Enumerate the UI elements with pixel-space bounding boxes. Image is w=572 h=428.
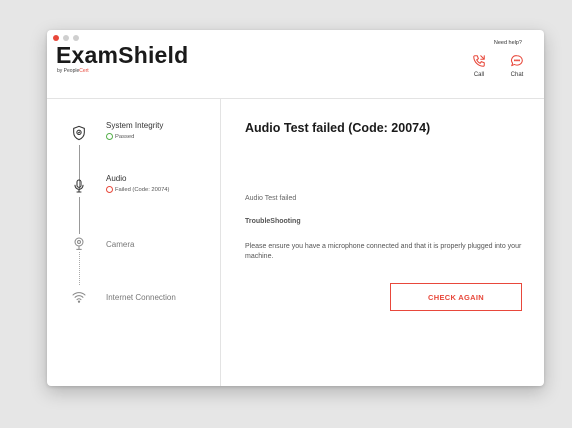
troubleshooting-text: Please ensure you have a microphone conn…	[245, 243, 522, 260]
troubleshooting-heading: TroubleShooting	[245, 218, 301, 225]
step-title: System Integrity	[106, 121, 164, 130]
app-window: ExamShield by PeopleCert Need help? Call…	[47, 30, 544, 386]
brand-tagline: by PeopleCert	[57, 68, 188, 74]
step-connector	[79, 252, 80, 285]
chat-button[interactable]: Chat	[504, 54, 530, 78]
page-title: Audio Test failed (Code: 20074)	[245, 121, 431, 135]
help-label: Need help?	[493, 40, 522, 46]
phone-icon	[473, 55, 485, 67]
step-connector	[79, 197, 80, 234]
error-circle-icon	[106, 186, 113, 193]
chat-bubble-icon	[511, 55, 523, 67]
header: ExamShield by PeopleCert Need help? Call…	[47, 30, 544, 99]
step-status: Passed	[106, 133, 134, 140]
webcam-icon	[71, 236, 87, 252]
brand-logo: ExamShield by PeopleCert	[56, 42, 189, 75]
main-panel: Audio Test failed (Code: 20074) Audio Te…	[221, 99, 544, 386]
brand-name: ExamShield	[56, 42, 189, 68]
error-message: Audio Test failed	[245, 195, 297, 202]
step-title: Audio	[106, 174, 127, 183]
chat-label: Chat	[510, 72, 524, 78]
brand-tagline-accent: Cert	[79, 68, 89, 74]
shield-icon	[71, 125, 87, 141]
step-status-text: Passed	[115, 133, 135, 140]
help-panel: Need help? Call Chat	[454, 40, 534, 90]
call-button[interactable]: Call	[466, 54, 492, 78]
brand-tagline-prefix: by People	[57, 68, 80, 74]
step-title: Internet Connection	[106, 293, 176, 302]
microphone-icon	[71, 178, 87, 194]
wifi-icon	[71, 289, 87, 305]
sidebar-steps: System Integrity Passed Audio Failed (Co…	[47, 99, 221, 386]
step-status-text: Failed (Code: 20074)	[115, 186, 170, 193]
step-title: Camera	[106, 240, 135, 249]
check-circle-icon	[106, 133, 113, 140]
step-status: Failed (Code: 20074)	[106, 186, 169, 193]
call-label: Call	[473, 72, 485, 78]
check-again-button[interactable]: CHECK AGAIN	[390, 283, 522, 311]
